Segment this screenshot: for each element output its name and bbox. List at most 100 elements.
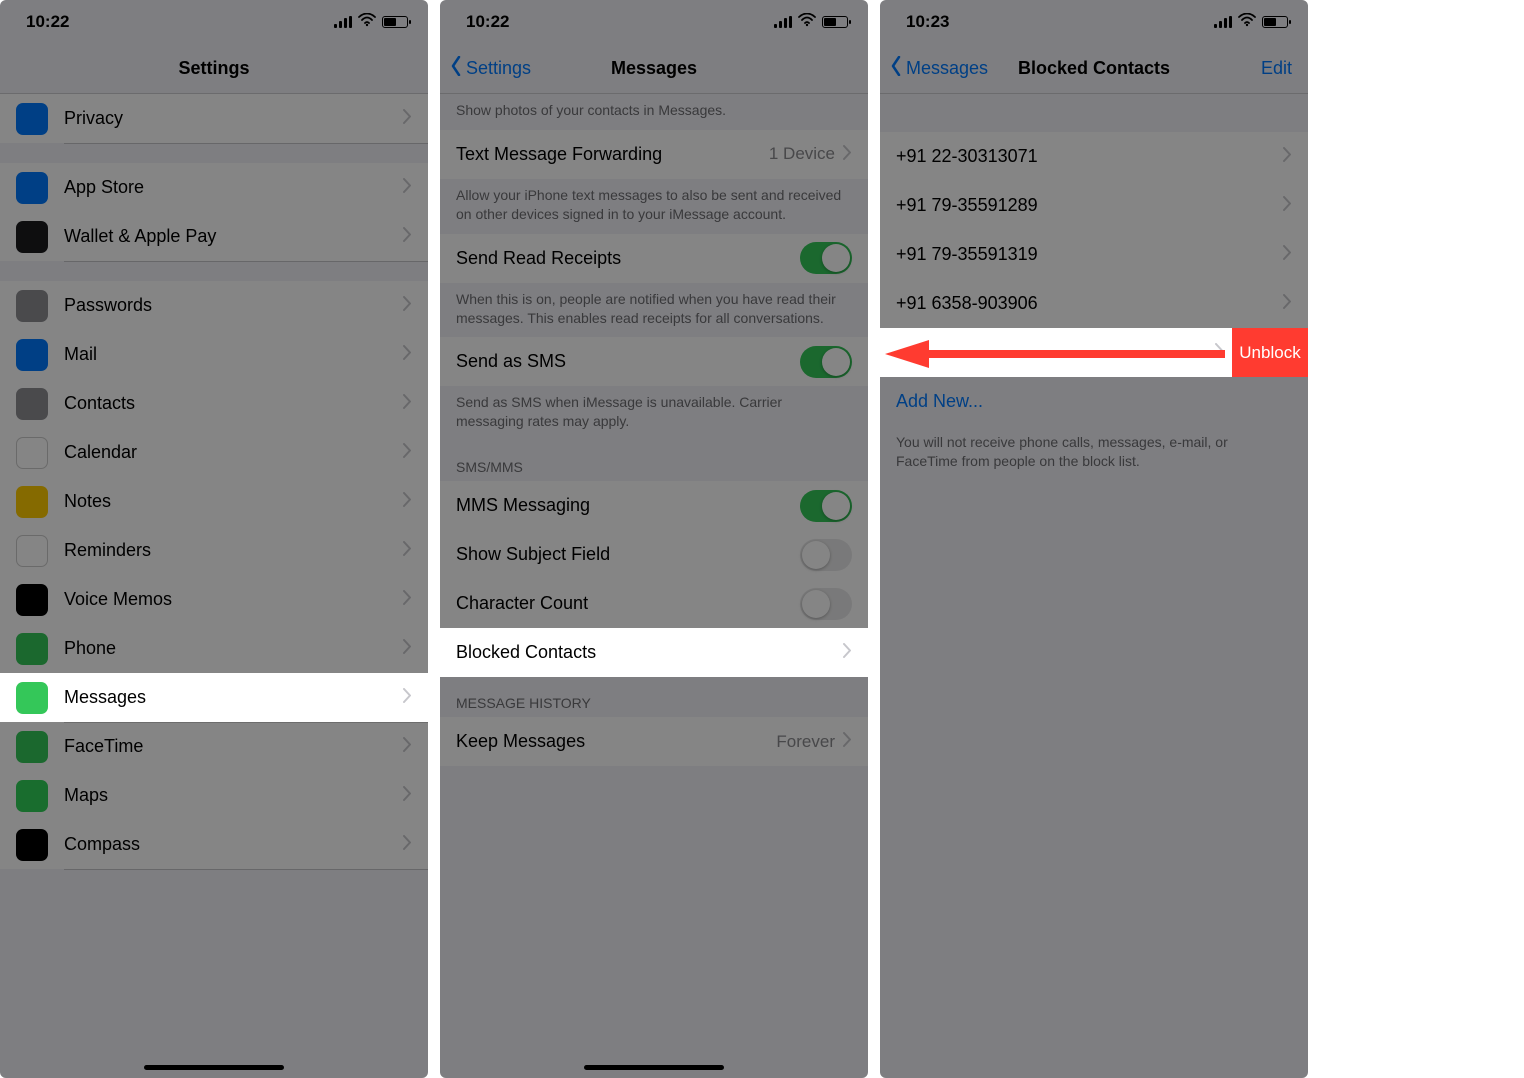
settings-item-app-store[interactable]: App Store <box>0 163 428 212</box>
settings-item-notes[interactable]: Notes <box>0 477 428 526</box>
contact-number: +91 6358-903906 <box>896 293 1283 314</box>
messages-icon <box>16 682 48 714</box>
blocked-contact-row[interactable]: +91 79-35591319 <box>880 230 1308 279</box>
settings-item-privacy[interactable]: Privacy <box>0 94 428 143</box>
nav-header: Settings Messages <box>440 44 868 94</box>
unblock-button[interactable]: Unblock <box>1232 328 1308 377</box>
blocked-contact-row[interactable]: +91 22-30313071 <box>880 132 1308 181</box>
contact-number: +91 79-35591319 <box>896 244 1283 265</box>
chevron-right-icon <box>403 442 412 463</box>
cell-label: Contacts <box>64 393 403 414</box>
contact-photos-footer: Show photos of your contacts in Messages… <box>440 94 868 130</box>
nav-header: Settings <box>0 44 428 94</box>
chevron-right-icon <box>403 736 412 757</box>
battery-icon <box>382 16 408 28</box>
cell-label: Text Message Forwarding <box>456 144 769 165</box>
chevron-left-icon <box>890 56 902 81</box>
wallet-icon <box>16 221 48 253</box>
notes-icon <box>16 486 48 518</box>
chevron-right-icon <box>843 642 852 663</box>
character-count-cell[interactable]: Character Count <box>440 579 868 628</box>
settings-item-compass[interactable]: Compass <box>0 820 428 869</box>
status-bar: 10:22 <box>0 0 428 44</box>
text-message-forwarding-cell[interactable]: Text Message Forwarding 1 Device <box>440 130 868 179</box>
compass-icon <box>16 829 48 861</box>
settings-item-contacts[interactable]: Contacts <box>0 379 428 428</box>
settings-item-phone[interactable]: Phone <box>0 624 428 673</box>
blocked-contacts-cell[interactable]: Blocked Contacts <box>440 628 868 677</box>
settings-item-maps[interactable]: Maps <box>0 771 428 820</box>
read-footer: When this is on, people are notified whe… <box>440 283 868 338</box>
chevron-right-icon <box>1283 293 1292 314</box>
cell-label: Reminders <box>64 540 403 561</box>
settings-screen: 10:22 Settings Privacy App StoreWallet & … <box>0 0 428 1078</box>
cell-label: Character Count <box>456 593 800 614</box>
cell-label: Privacy <box>64 108 403 129</box>
cell-label: Passwords <box>64 295 403 316</box>
home-indicator[interactable] <box>584 1065 724 1070</box>
status-time: 10:23 <box>906 12 949 32</box>
message-history-header: MESSAGE HISTORY <box>440 677 868 717</box>
settings-item-calendar[interactable]: Calendar <box>0 428 428 477</box>
back-button[interactable]: Settings <box>450 44 531 93</box>
wifi-icon <box>798 12 816 32</box>
chevron-right-icon <box>403 834 412 855</box>
add-new-cell[interactable]: Add New... <box>880 377 1308 426</box>
wifi-icon <box>358 12 376 32</box>
facetime-icon <box>16 731 48 763</box>
signal-icon <box>334 16 352 28</box>
back-button[interactable]: Messages <box>890 44 988 93</box>
appstore-icon <box>16 172 48 204</box>
chevron-right-icon <box>403 177 412 198</box>
edit-button[interactable]: Edit <box>1261 44 1292 93</box>
show-subject-cell[interactable]: Show Subject Field <box>440 530 868 579</box>
cell-detail: 1 Device <box>769 144 835 164</box>
settings-item-wallet-apple-pay[interactable]: Wallet & Apple Pay <box>0 212 428 261</box>
mms-toggle[interactable] <box>800 490 852 522</box>
mail-icon <box>16 339 48 371</box>
mms-messaging-cell[interactable]: MMS Messaging <box>440 481 868 530</box>
phone-icon <box>16 633 48 665</box>
cell-label: Send Read Receipts <box>456 248 800 269</box>
back-label: Settings <box>466 58 531 79</box>
keep-messages-cell[interactable]: Keep Messages Forever <box>440 717 868 766</box>
send-as-sms-toggle[interactable] <box>800 346 852 378</box>
add-new-label: Add New... <box>896 391 1292 412</box>
home-indicator[interactable] <box>144 1065 284 1070</box>
blocked-footer: You will not receive phone calls, messag… <box>880 426 1308 481</box>
read-receipts-cell[interactable]: Send Read Receipts <box>440 234 868 283</box>
settings-item-voice-memos[interactable]: Voice Memos <box>0 575 428 624</box>
contact-number: 6879 <box>880 342 1215 363</box>
blocked-contact-row[interactable]: +91 6358-903906 <box>880 279 1308 328</box>
tmf-footer: Allow your iPhone text messages to also … <box>440 179 868 234</box>
chevron-right-icon <box>843 144 852 165</box>
blocked-contact-swiped[interactable]: 6879 Unblock <box>880 328 1308 377</box>
wifi-icon <box>1238 12 1256 32</box>
blocked-contact-row[interactable]: +91 79-35591289 <box>880 181 1308 230</box>
settings-item-mail[interactable]: Mail <box>0 330 428 379</box>
chevron-right-icon <box>403 393 412 414</box>
chevron-right-icon <box>403 638 412 659</box>
cell-label: Keep Messages <box>456 731 776 752</box>
settings-item-reminders[interactable]: Reminders <box>0 526 428 575</box>
char-toggle[interactable] <box>800 588 852 620</box>
chevron-right-icon <box>403 785 412 806</box>
subject-toggle[interactable] <box>800 539 852 571</box>
cell-label: Calendar <box>64 442 403 463</box>
chevron-right-icon <box>1283 195 1292 216</box>
contact-number: +91 79-35591289 <box>896 195 1283 216</box>
blocked-contacts-screen: 10:23 Messages Blocked Contacts Edit +91… <box>880 0 1308 1078</box>
settings-item-facetime[interactable]: FaceTime <box>0 722 428 771</box>
read-receipts-toggle[interactable] <box>800 242 852 274</box>
reminders-icon <box>16 535 48 567</box>
send-as-sms-cell[interactable]: Send as SMS <box>440 337 868 386</box>
cell-label: Maps <box>64 785 403 806</box>
chevron-right-icon <box>403 491 412 512</box>
settings-item-passwords[interactable]: Passwords <box>0 281 428 330</box>
settings-item-messages[interactable]: Messages <box>0 673 428 722</box>
maps-icon <box>16 780 48 812</box>
cell-label: FaceTime <box>64 736 403 757</box>
contact-number: +91 22-30313071 <box>896 146 1283 167</box>
hand-icon <box>16 103 48 135</box>
chevron-left-icon <box>450 56 462 81</box>
